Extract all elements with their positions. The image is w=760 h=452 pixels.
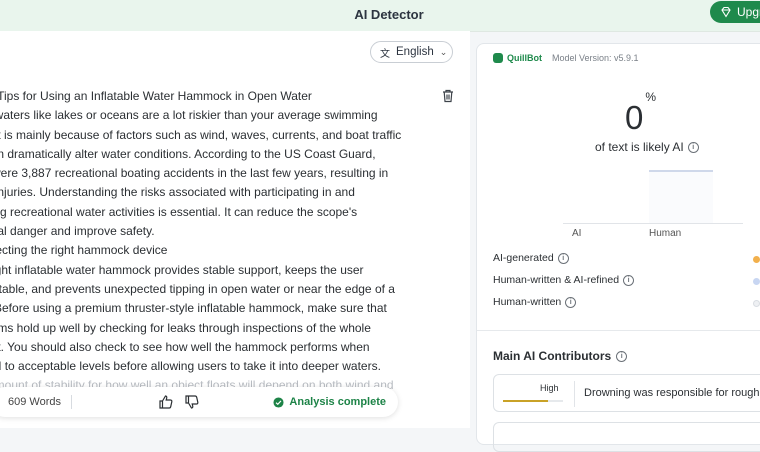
editor-line: seams hold up well by checking for leaks… (0, 320, 371, 335)
legend-dot-human-ai-refined (753, 278, 760, 285)
info-icon[interactable]: i (623, 274, 635, 286)
legend-label: Human-written (493, 296, 562, 308)
trash-icon[interactable] (441, 89, 455, 103)
chart-baseline (563, 223, 743, 224)
editor-line: ol. Before using a premium thruster-styl… (0, 301, 387, 316)
text-editor-panel: 文 English ⌄ ety Tips for Using an Inflat… (0, 31, 470, 428)
info-icon[interactable]: i (557, 252, 569, 264)
editor-line: duct. You should also check to see how w… (0, 339, 370, 354)
editor-line: re were 3,887 recreational boating accid… (0, 166, 389, 181)
top-bar: AI Detector Upgra (0, 0, 760, 32)
ai-score-value: 0 (625, 99, 644, 136)
info-icon[interactable]: i (616, 350, 628, 362)
word-count: 609 Words (8, 396, 61, 408)
legend-label: Human-written & AI-refined (493, 274, 620, 286)
ai-score-unit: % (645, 90, 657, 104)
contributor-sentence: Drowning was responsible for rough... (584, 387, 760, 399)
editor-line: oying recreational water activities is e… (0, 204, 358, 219)
contributors-heading: Main AI Contributors i (493, 349, 628, 363)
score-caption-text: of text is likely AI (595, 140, 684, 154)
editor-line: t can dramatically alter water condition… (0, 146, 376, 161)
section-divider (477, 330, 760, 331)
legend-human-ai-refined: Human-written & AI-refined i (493, 274, 635, 286)
results-panel: QuillBot Model Version: v5.9.1 0% of tex… (476, 43, 760, 452)
quillbot-brand: QuillBot Model Version: v5.9.1 (493, 53, 639, 63)
quillbot-logo-icon (493, 53, 503, 63)
translate-icon: 文 (380, 48, 390, 60)
analysis-status-label: Analysis complete (289, 396, 386, 408)
language-select[interactable]: 文 English ⌄ (370, 41, 453, 63)
editor-line: 70 injuries. Understanding the risks ass… (0, 185, 355, 200)
page-title: AI Detector (354, 7, 424, 22)
legend-human-written: Human-written i (493, 296, 577, 308)
brand-name: QuillBot (507, 53, 542, 63)
legend-ai-generated: AI-generated i (493, 252, 569, 264)
upgrade-label: Upgra (737, 5, 760, 19)
editor-line: ol. It is mainly because of factors such… (0, 127, 402, 142)
analysis-status: Analysis complete (273, 396, 386, 408)
legend-dot-ai-generated (753, 256, 760, 263)
card-divider (574, 381, 575, 407)
editor-footer: 609 Words Analysis complete (0, 387, 398, 417)
editor-line: nfortable, and prevents unexpected tippi… (0, 281, 395, 296)
editor-line: en waters like lakes or oceans are a lot… (0, 108, 378, 123)
contributor-level: High (540, 383, 559, 393)
editor-line: e right inflatable water hammock provide… (0, 262, 364, 277)
editor-line: Selecting the right hammock device (0, 243, 168, 258)
contributor-card[interactable] (493, 422, 760, 452)
model-version: Model Version: v5.9.1 (552, 53, 639, 63)
editor-text[interactable]: ety Tips for Using an Inflatable Water H… (0, 87, 428, 396)
contributor-meter-fill (503, 400, 548, 402)
legend-label: AI-generated (493, 252, 554, 264)
check-circle-icon (273, 396, 284, 408)
editor-line: ential danger and improve safety. (0, 224, 155, 239)
chart-label-human: Human (649, 228, 682, 239)
chart-bar-human (649, 170, 713, 224)
chevron-down-icon: ⌄ (439, 46, 448, 57)
score-caption: of text is likely AI i (595, 140, 699, 154)
info-icon[interactable]: i (687, 141, 699, 153)
contributors-title: Main AI Contributors (493, 349, 612, 363)
info-icon[interactable]: i (565, 296, 577, 308)
contributor-meter (503, 400, 563, 402)
upgrade-button[interactable]: Upgra (710, 1, 760, 23)
thumbs-down-icon[interactable] (184, 394, 200, 410)
editor-line: ated to acceptable levels before allowin… (0, 359, 381, 374)
editor-line: ety Tips for Using an Inflatable Water H… (0, 89, 312, 103)
chart-label-ai: AI (572, 228, 582, 239)
language-label: English (396, 46, 434, 58)
ai-score: 0% (625, 90, 656, 137)
diamond-icon (721, 6, 731, 18)
footer-divider (71, 395, 72, 409)
legend-dot-human-written (753, 300, 760, 307)
contributor-card[interactable]: High Drowning was responsible for rough.… (493, 374, 760, 412)
thumbs-up-icon[interactable] (158, 394, 174, 410)
